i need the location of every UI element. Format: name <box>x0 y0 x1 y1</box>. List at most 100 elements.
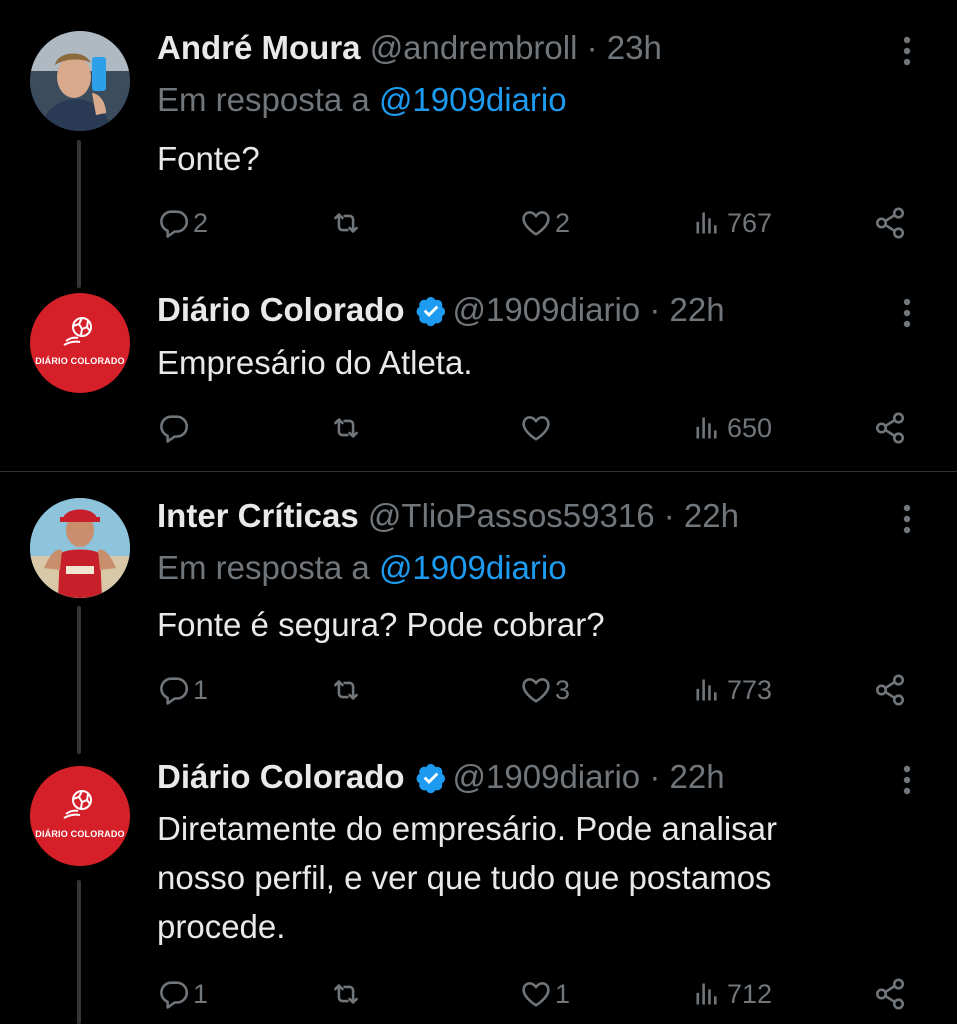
display-name[interactable]: André Moura <box>157 29 361 66</box>
tweet[interactable]: DIÁRIO COLORADO Diário Colorado @1909diar… <box>0 270 957 470</box>
reply-icon <box>157 411 191 445</box>
views-button[interactable]: 712 <box>693 974 772 1014</box>
tweet-text-line: nosso perfil, e ver que tudo que postamo… <box>157 859 772 896</box>
reply-button[interactable]: 1 <box>157 974 208 1014</box>
like-count: 3 <box>555 674 571 705</box>
separator-dot: · <box>649 758 661 795</box>
views-count: 712 <box>727 978 773 1009</box>
tweet-text-line: Empresário do Atleta. <box>157 344 473 381</box>
reply-count: 2 <box>193 207 209 238</box>
like-button[interactable] <box>519 408 555 448</box>
heart-icon <box>519 977 553 1011</box>
profile-photo <box>30 498 130 598</box>
action-bar: 2 2 767 <box>157 203 917 243</box>
tweet-header: Diário Colorado @1909diario · 22h <box>157 290 725 330</box>
share-icon <box>873 977 907 1011</box>
views-button[interactable]: 650 <box>693 408 772 448</box>
more-vertical-icon[interactable] <box>898 296 916 330</box>
retweet-icon <box>329 411 363 445</box>
tweet-text: Diretamente do empresário. Pode analisar… <box>157 804 897 951</box>
display-name[interactable]: Inter Críticas <box>157 497 359 534</box>
like-count: 2 <box>555 207 571 238</box>
more-vertical-icon[interactable] <box>898 502 916 536</box>
retweet-icon <box>329 673 363 707</box>
user-handle[interactable]: @andrembroll <box>370 29 578 66</box>
tweet-header: Inter Críticas @TlioPassos59316 · 22h <box>157 496 739 536</box>
like-button[interactable]: 2 <box>519 203 570 243</box>
retweet-button[interactable] <box>329 203 365 243</box>
brand-logo-icon <box>60 311 100 351</box>
like-button[interactable]: 3 <box>519 670 570 710</box>
share-icon <box>873 206 907 240</box>
reply-button[interactable]: 1 <box>157 670 208 710</box>
verified-badge-icon <box>415 295 447 327</box>
reply-context: Em resposta a @1909diario <box>157 548 567 588</box>
avatar[interactable]: DIÁRIO COLORADO <box>30 766 130 866</box>
separator-dot: · <box>649 291 661 328</box>
verified-badge-icon <box>415 762 447 794</box>
user-handle[interactable]: @1909diario <box>453 291 641 328</box>
heart-icon <box>519 673 553 707</box>
reply-count: 1 <box>193 674 209 705</box>
avatar-logo-text: DIÁRIO COLORADO <box>35 356 125 366</box>
more-vertical-icon[interactable] <box>898 34 916 68</box>
views-icon <box>693 676 721 704</box>
tweet-text-line: procede. <box>157 908 286 945</box>
tweet-text-line: Fonte é segura? Pode cobrar? <box>157 606 605 643</box>
reply-mention-link[interactable]: @1909diario <box>379 549 567 586</box>
views-icon <box>693 414 721 442</box>
reply-button[interactable]: 2 <box>157 203 208 243</box>
reply-count: 1 <box>193 978 209 1009</box>
share-icon <box>873 411 907 445</box>
retweet-button[interactable] <box>329 974 365 1014</box>
more-vertical-icon[interactable] <box>898 763 916 797</box>
action-bar: 650 <box>157 408 917 448</box>
tweet[interactable]: Inter Críticas @TlioPassos59316 · 22h Em… <box>0 472 957 742</box>
heart-icon <box>519 206 553 240</box>
reply-icon <box>157 206 191 240</box>
reply-button[interactable] <box>157 408 193 448</box>
avatar-logo-text: DIÁRIO COLORADO <box>35 829 125 839</box>
reply-mention-link[interactable]: @1909diario <box>379 81 567 118</box>
tweet[interactable]: André Moura @andrembroll · 23h Em respos… <box>0 0 957 270</box>
timestamp[interactable]: 22h <box>684 497 739 534</box>
tweet-header: Diário Colorado @1909diario · 22h <box>157 757 725 797</box>
tweet[interactable]: DIÁRIO COLORADO Diário Colorado @1909diar… <box>0 742 957 1024</box>
display-name[interactable]: Diário Colorado <box>157 291 405 328</box>
avatar[interactable] <box>30 31 130 131</box>
tweet-text: Empresário do Atleta. <box>157 338 897 387</box>
like-count: 1 <box>555 978 571 1009</box>
reply-icon <box>157 673 191 707</box>
tweet-text: Fonte é segura? Pode cobrar? <box>157 600 897 649</box>
views-button[interactable]: 773 <box>693 670 772 710</box>
separator-dot: · <box>586 29 598 66</box>
share-button[interactable] <box>873 203 907 243</box>
retweet-button[interactable] <box>329 670 365 710</box>
user-handle[interactable]: @TlioPassos59316 <box>368 497 655 534</box>
reply-prefix: Em resposta a <box>157 81 379 118</box>
tweet-header: André Moura @andrembroll · 23h <box>157 28 662 68</box>
reply-icon <box>157 977 191 1011</box>
share-button[interactable] <box>873 670 907 710</box>
views-icon <box>693 980 721 1008</box>
timestamp[interactable]: 23h <box>607 29 662 66</box>
heart-icon <box>519 411 553 445</box>
tweet-text-line: Diretamente do empresário. Pode analisar <box>157 810 777 847</box>
separator-dot: · <box>663 497 675 534</box>
share-icon <box>873 673 907 707</box>
avatar[interactable]: DIÁRIO COLORADO <box>30 293 130 393</box>
avatar[interactable] <box>30 498 130 598</box>
share-button[interactable] <box>873 408 907 448</box>
share-button[interactable] <box>873 974 907 1014</box>
user-handle[interactable]: @1909diario <box>453 758 641 795</box>
reply-context: Em resposta a @1909diario <box>157 80 567 120</box>
like-button[interactable]: 1 <box>519 974 570 1014</box>
views-count: 650 <box>727 412 773 443</box>
display-name[interactable]: Diário Colorado <box>157 758 405 795</box>
timestamp[interactable]: 22h <box>670 758 725 795</box>
views-count: 767 <box>727 207 773 238</box>
retweet-button[interactable] <box>329 408 365 448</box>
retweet-icon <box>329 977 363 1011</box>
views-button[interactable]: 767 <box>693 203 772 243</box>
timestamp[interactable]: 22h <box>670 291 725 328</box>
